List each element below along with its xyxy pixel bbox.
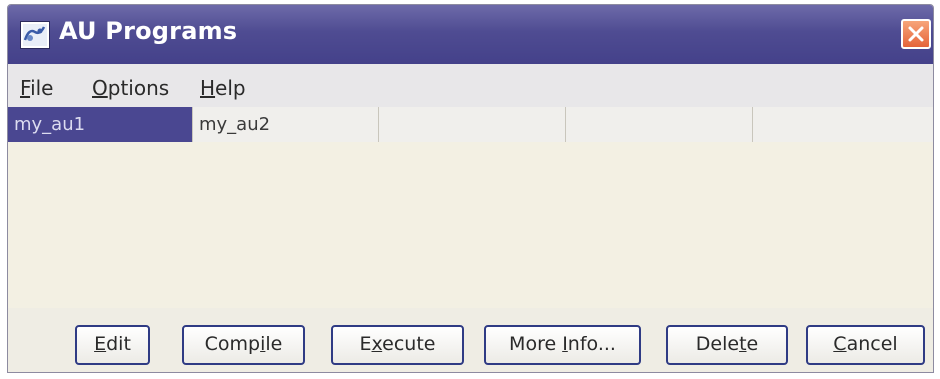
cancel-button[interactable]: Cancel (806, 325, 925, 365)
program-item-my-au1[interactable]: my_au1 (8, 107, 193, 142)
delete-label-rest: e (746, 333, 759, 355)
edit-label: dit (106, 333, 131, 355)
compile-label-pre: Comp (204, 333, 261, 355)
program-item-empty[interactable] (753, 107, 933, 142)
edit-button[interactable]: Edit (75, 325, 150, 365)
menu-bar: File Options Help (8, 64, 933, 108)
delete-button[interactable]: Delete (666, 325, 788, 365)
menu-options-label: ptions (107, 76, 170, 100)
execute-label-pre: E (359, 333, 372, 355)
delete-label-pre: Dele (695, 333, 740, 355)
program-item-my-au2[interactable]: my_au2 (193, 107, 379, 142)
menu-file[interactable]: File (20, 76, 53, 100)
compile-label-rest: le (265, 333, 283, 355)
program-list-area (8, 142, 933, 309)
more-info-label-rest: nfo... (567, 333, 616, 355)
cancel-mnemonic: C (833, 333, 847, 355)
au-programs-window: AU Programs File Options Help my_au1 my_… (7, 4, 934, 373)
menu-help[interactable]: Help (200, 76, 246, 100)
button-bar: Edit Compile Execute More Info... Delete… (8, 308, 933, 372)
app-icon (20, 21, 50, 49)
more-info-label-pre: More (509, 333, 563, 355)
delete-mnemonic: t (739, 333, 747, 355)
cancel-label: ancel (846, 333, 898, 355)
menu-help-label: elp (215, 76, 246, 100)
menu-file-mnemonic: F (20, 76, 31, 100)
close-button[interactable] (901, 19, 931, 49)
program-list: my_au1 my_au2 (8, 107, 933, 143)
menu-help-mnemonic: H (200, 76, 216, 100)
menu-file-label: ile (30, 76, 54, 100)
execute-mnemonic: x (371, 333, 383, 355)
title-bar[interactable]: AU Programs (8, 5, 933, 65)
edit-mnemonic: E (94, 333, 107, 355)
execute-label-rest: ecute (382, 333, 436, 355)
program-item-empty[interactable] (566, 107, 753, 142)
window-title: AU Programs (59, 17, 238, 45)
menu-options-mnemonic: O (92, 76, 108, 100)
close-icon (908, 26, 924, 42)
compile-button[interactable]: Compile (182, 325, 305, 365)
program-item-empty[interactable] (379, 107, 566, 142)
menu-options[interactable]: Options (92, 76, 169, 100)
more-info-button[interactable]: More Info... (484, 325, 641, 365)
execute-button[interactable]: Execute (331, 325, 464, 365)
